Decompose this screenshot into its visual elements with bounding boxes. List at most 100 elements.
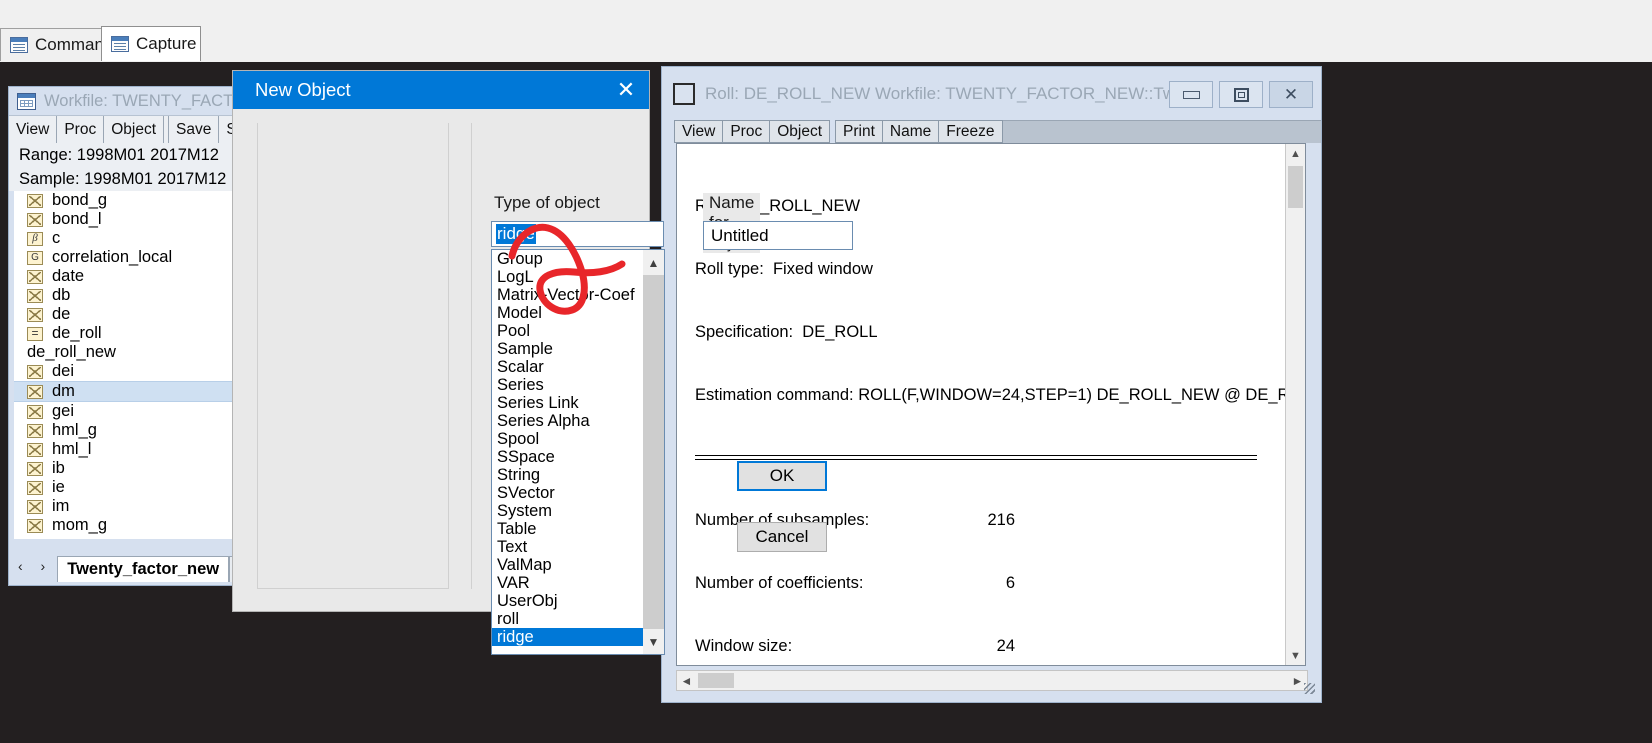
object-type-listbox[interactable]: Group LogL Matrix-Vector-Coef Model Pool… [491,249,665,655]
list-item[interactable]: Series Link [492,394,643,412]
scroll-up-icon[interactable]: ▲ [1286,144,1305,163]
list-item-selected[interactable]: dm [14,381,263,402]
horizontal-scroll-thumb[interactable] [698,673,734,688]
window-menu-icon[interactable] [673,82,695,105]
roll-output-window[interactable]: Roll: DE_ROLL_NEW Workfile: TWENTY_FACTO… [661,66,1322,703]
close-button[interactable]: ✕ [1269,81,1313,108]
list-item[interactable]: Text [492,538,643,556]
page-tab-twenty-factor-new[interactable]: Twenty_factor_new [57,556,230,582]
list-item[interactable]: Group [492,250,643,268]
scroll-down-icon[interactable]: ▼ [643,629,664,654]
type-of-object-input[interactable]: ridge [491,221,664,247]
listbox-scrollbar[interactable]: ▲ ▼ [643,250,664,654]
list-item[interactable]: hml_g [14,421,263,440]
series-icon [27,499,43,514]
list-item[interactable]: ib [14,459,263,478]
list-item-label: im [52,497,70,515]
tab-capture-label: Capture [136,34,197,53]
list-item[interactable]: ValMap [492,556,643,574]
list-item-selected[interactable]: ridge [492,628,643,646]
name-for-object-input[interactable]: Untitled [703,221,853,250]
list-item-label: mom_g [52,516,108,534]
list-item[interactable]: db [14,286,263,305]
list-item[interactable]: dei [14,362,263,381]
workfile-save-button[interactable]: Save [168,116,220,143]
roll-object-button[interactable]: Object [769,120,831,143]
dialog-title-bar[interactable]: New Object ✕ [233,71,649,109]
tab-capture[interactable]: Capture [101,26,201,61]
list-item[interactable]: Gcorrelation_local [14,248,263,267]
list-item[interactable]: de_roll [14,324,263,343]
list-item[interactable]: mom_g [14,516,263,535]
list-item[interactable]: Model [492,304,643,322]
page-nav-arrows[interactable]: ‹ › [13,558,57,582]
name-input-value: Untitled [711,225,769,245]
scroll-left-icon[interactable]: ◄ [677,674,696,688]
series-icon [27,364,43,379]
ok-button[interactable]: OK [737,461,827,491]
list-item[interactable]: Matrix-Vector-Coef [492,286,643,304]
cancel-button[interactable]: Cancel [737,522,827,552]
list-item[interactable]: de_roll_new [14,343,263,362]
roll-freeze-button[interactable]: Freeze [938,120,1003,143]
roll-name-button[interactable]: Name [881,120,939,143]
list-item[interactable]: UserObj [492,592,643,610]
list-item[interactable]: Series [492,376,643,394]
workfile-object-button[interactable]: Object [104,116,165,143]
list-item[interactable]: hml_l [14,440,263,459]
roll-title-text: Roll: DE_ROLL_NEW Workfile: TWENTY_FACTO… [705,83,1209,103]
list-item[interactable]: String [492,466,643,484]
roll-view-button[interactable]: View [674,120,723,143]
horizontal-scrollbar[interactable]: ◄ ► [676,670,1308,691]
listbox-scroll-thumb[interactable] [643,275,664,629]
series-icon [27,442,43,457]
minimize-button[interactable] [1169,81,1213,108]
list-item-label: dm [52,382,75,400]
stat-label: Window size: [695,637,793,655]
list-item[interactable]: System [492,502,643,520]
maximize-button[interactable] [1219,81,1263,108]
workfile-window[interactable]: Workfile: TWENTY_FACTO View Proc Object … [8,86,266,586]
roll-proc-button[interactable]: Proc [722,120,770,143]
workfile-proc-button[interactable]: Proc [57,116,105,143]
series-icon [27,307,43,322]
vertical-scrollbar[interactable]: ▲ ▼ [1285,144,1305,665]
group-icon: G [27,250,43,265]
list-item[interactable]: Table [492,520,643,538]
list-item[interactable]: bond_g [14,191,263,210]
resize-grip[interactable] [1304,683,1315,694]
list-item[interactable]: Sample [492,340,643,358]
list-item[interactable]: roll [492,610,643,628]
stat-row: Window size: 24 [695,636,1281,657]
tab-command[interactable]: Command [0,28,113,61]
workfile-view-button[interactable]: View [9,116,58,143]
new-object-dialog[interactable]: New Object ✕ Type of object Name for obj… [232,70,853,655]
list-item[interactable]: Scalar [492,358,643,376]
list-item[interactable]: bond_l [14,210,263,229]
workfile-object-list[interactable]: bond_g bond_l βc Gcorrelation_local date… [14,191,263,539]
vertical-scroll-thumb[interactable] [1288,166,1303,208]
list-item[interactable]: VAR [492,574,643,592]
list-item[interactable]: Pool [492,322,643,340]
list-item[interactable]: gei [14,402,263,421]
roll-print-button[interactable]: Print [835,120,882,143]
scroll-up-icon[interactable]: ▲ [643,250,664,275]
close-icon[interactable]: ✕ [603,71,649,109]
list-item[interactable]: im [14,497,263,516]
list-item-label: de [52,305,71,323]
list-item[interactable]: ie [14,478,263,497]
list-item[interactable]: SSpace [492,448,643,466]
list-item[interactable]: date [14,267,263,286]
workfile-title-bar[interactable]: Workfile: TWENTY_FACTO [9,87,265,115]
list-item[interactable]: LogL [492,268,643,286]
list-item[interactable]: Spool [492,430,643,448]
document-icon [10,37,28,53]
list-item[interactable]: βc [14,229,263,248]
minimize-icon [1182,90,1200,99]
list-item[interactable]: Series Alpha [492,412,643,430]
list-item[interactable]: SVector [492,484,643,502]
scroll-down-icon[interactable]: ▼ [1286,646,1305,665]
list-item[interactable]: de [14,305,263,324]
list-item-label: hml_g [52,421,97,439]
series-icon [27,269,43,284]
